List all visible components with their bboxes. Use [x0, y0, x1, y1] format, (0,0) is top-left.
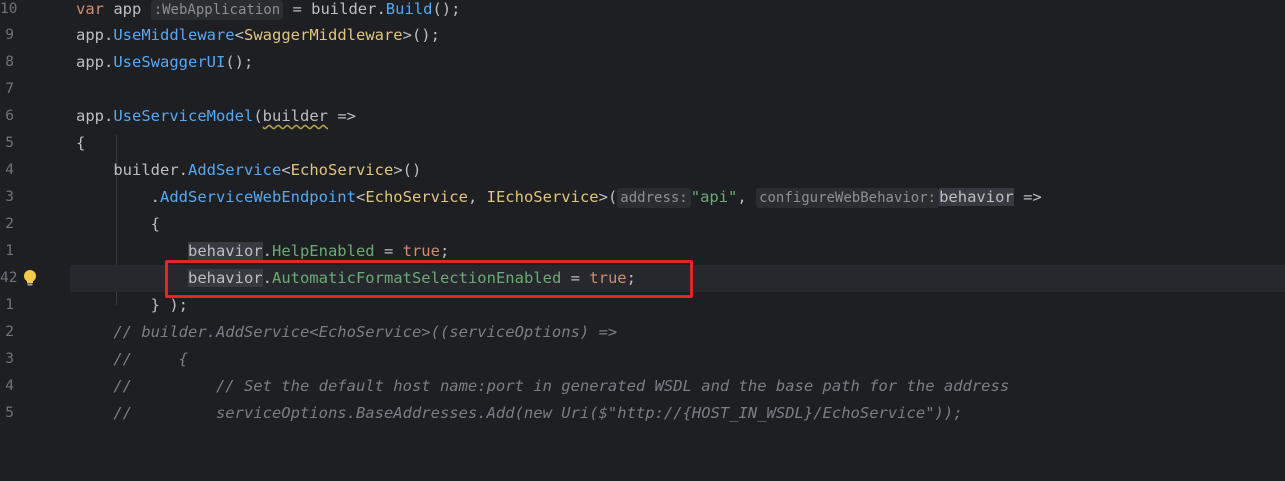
brace: {: [150, 215, 160, 233]
code-area[interactable]: var app :WebApplication = builder.Build(…: [70, 0, 1285, 422]
code-text: ();: [225, 53, 254, 71]
code-editor[interactable]: 10 9 8 7 6 5 4 3 2 1 42 1 2 3 4 5 var ap…: [0, 0, 1285, 422]
type-hint: :WebApplication: [150, 0, 284, 20]
type-name: EchoService: [290, 161, 394, 179]
line-number: 4: [5, 162, 14, 178]
code-text: ,: [737, 188, 757, 206]
code-line: {: [70, 130, 1285, 157]
lambda-parameter: behavior: [939, 188, 1014, 206]
identifier: behavior: [187, 242, 263, 260]
type-name: EchoService: [365, 188, 468, 206]
type-name: IEchoService: [486, 188, 599, 206]
identifier: app: [113, 0, 142, 18]
keyword: true: [402, 242, 440, 260]
code-text: ,: [467, 188, 487, 206]
code-line: app.UseSwaggerUI();: [70, 49, 1285, 76]
line-number: 9: [5, 27, 14, 43]
method-name: UseServiceModel: [113, 107, 254, 125]
code-text: <: [281, 161, 291, 179]
code-text: .: [150, 188, 160, 206]
line-number: 42: [0, 270, 18, 286]
keyword: var: [76, 0, 104, 18]
code-text: =>: [327, 107, 356, 125]
line-number: 5: [5, 135, 14, 151]
brace: {: [76, 134, 86, 152]
identifier: app.: [76, 53, 114, 71]
code-text: ();: [432, 0, 461, 18]
line-number: 3: [5, 351, 14, 367]
property-name: HelpEnabled: [271, 242, 375, 260]
line-number: 2: [5, 216, 14, 232]
code-text: ;: [439, 242, 450, 260]
annotation-highlight-box: [165, 260, 693, 298]
code-line: // serviceOptions.BaseAddresses.Add(new …: [70, 400, 1285, 427]
line-number: 3: [5, 189, 14, 205]
line-number: 1: [5, 297, 14, 313]
code-line: .AddServiceWebEndpoint<EchoService, IEch…: [70, 184, 1285, 211]
identifier: app.: [76, 107, 114, 125]
line-number: 5: [5, 405, 14, 421]
code-line: // {: [70, 346, 1285, 373]
code-text: >(: [598, 188, 618, 206]
type-name: SwaggerMiddleware: [244, 26, 403, 44]
code-text: (: [253, 107, 263, 125]
code-text: =>: [1013, 188, 1042, 206]
code-line: {: [70, 211, 1285, 238]
comment: // {: [113, 350, 188, 368]
line-number: 10: [0, 1, 18, 17]
code-line: // // Set the default host name:port in …: [70, 373, 1285, 400]
code-text: <: [355, 188, 366, 206]
line-number: 2: [5, 324, 14, 340]
identifier: app.: [76, 26, 114, 44]
line-number: 4: [5, 378, 14, 394]
method-name: Build: [385, 0, 433, 18]
code-text: >(): [393, 161, 422, 179]
method-name: AddService: [187, 161, 282, 179]
code-text: = builder.: [283, 0, 386, 18]
comment: // serviceOptions.BaseAddresses.Add(new …: [113, 404, 963, 422]
method-name: UseMiddleware: [113, 26, 235, 44]
code-line: builder.AddService<EchoService>(): [70, 157, 1285, 184]
comment: // builder.AddService<EchoService>((serv…: [113, 323, 618, 341]
parameter-hint: address:: [617, 188, 691, 208]
line-number: 6: [5, 108, 14, 124]
code-text: <: [234, 26, 244, 44]
code-line: app.UseMiddleware<SwaggerMiddleware>();: [70, 22, 1285, 49]
method-name: AddServiceWebEndpoint: [160, 188, 356, 206]
method-name: UseSwaggerUI: [113, 53, 226, 71]
line-number: 7: [5, 81, 14, 97]
string-literal: "api": [690, 188, 738, 206]
parameter-hint: configureWebBehavior:: [756, 188, 940, 208]
code-line: app.UseServiceModel(builder =>: [70, 103, 1285, 130]
code-text: } );: [150, 296, 188, 314]
code-line: // builder.AddService<EchoService>((serv…: [70, 319, 1285, 346]
identifier: builder.: [113, 161, 188, 179]
lightbulb-icon[interactable]: [22, 269, 38, 287]
code-text: .: [262, 242, 272, 260]
code-text: =: [374, 242, 403, 260]
comment: // // Set the default host name:port in …: [113, 377, 1010, 395]
lambda-parameter: builder: [262, 107, 328, 125]
code-line: var app :WebApplication = builder.Build(…: [70, 0, 1285, 23]
line-number: 8: [5, 54, 14, 70]
line-number: 1: [5, 243, 14, 259]
code-text: >();: [402, 26, 440, 44]
